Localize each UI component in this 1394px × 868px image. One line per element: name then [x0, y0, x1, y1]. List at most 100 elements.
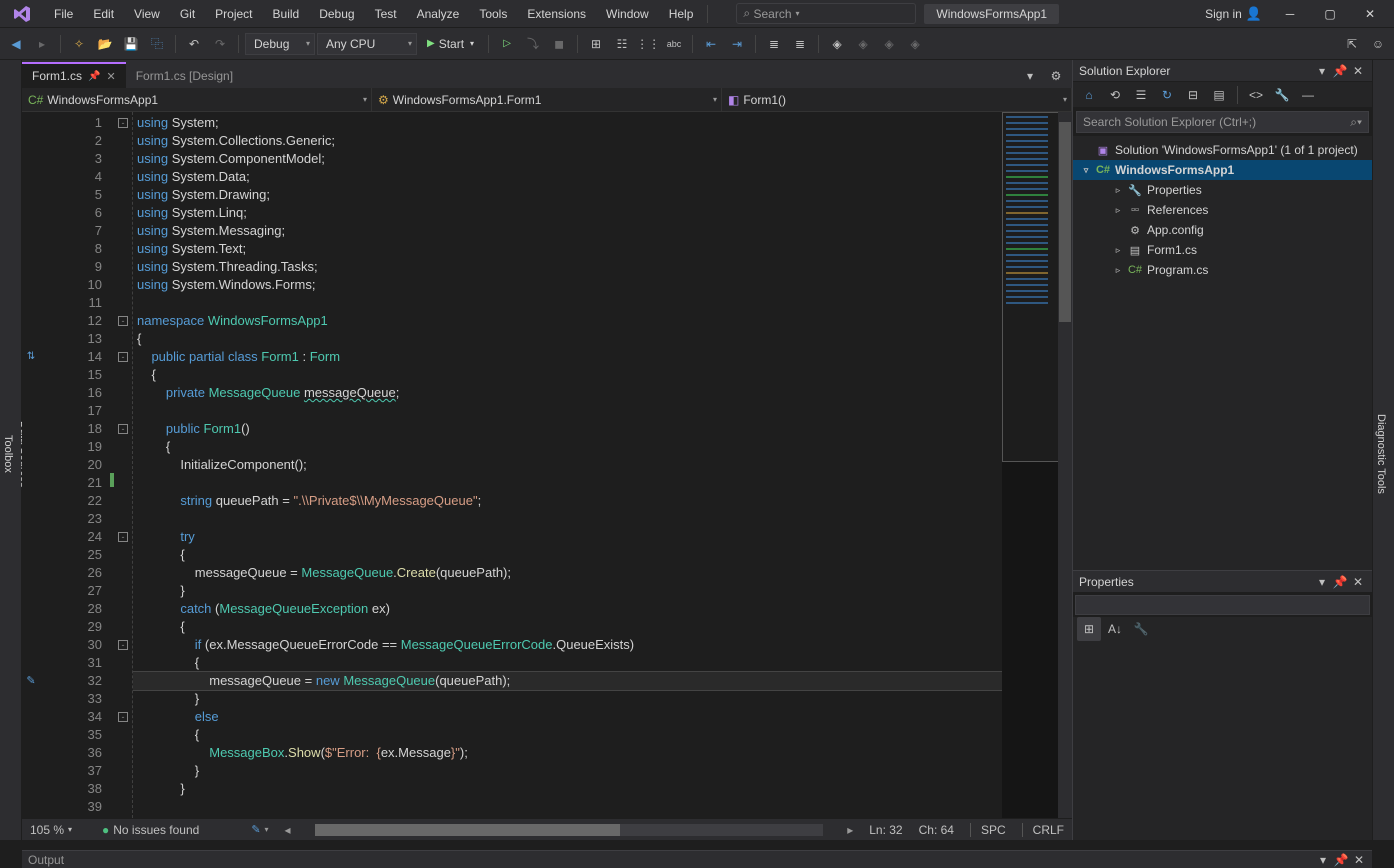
refresh-button[interactable]: ↻: [1155, 83, 1179, 107]
view-code-button[interactable]: <>: [1244, 83, 1268, 107]
save-button[interactable]: 💾: [119, 32, 143, 56]
code-line[interactable]: using System.Data;: [133, 168, 1002, 186]
code-line[interactable]: using System.Windows.Forms;: [133, 276, 1002, 294]
overview-scrollbar[interactable]: ⊟: [1002, 112, 1072, 818]
output-panel-header[interactable]: Output ▾ 📌 ✕: [22, 850, 1372, 868]
redo-button[interactable]: ↷: [208, 32, 232, 56]
expand-icon[interactable]: ▹: [1113, 205, 1123, 216]
step-button[interactable]: ⤵: [521, 32, 545, 56]
code-line[interactable]: string queuePath = ".\\Private$\\MyMessa…: [133, 492, 1002, 510]
eol-indicator[interactable]: CRLF: [1022, 823, 1064, 837]
nav-member-dropdown[interactable]: ◧ Form1(): [722, 88, 1072, 111]
code-line[interactable]: messageQueue = new MessageQueue(queuePat…: [133, 672, 1002, 690]
code-line[interactable]: {: [133, 726, 1002, 744]
properties-object-dropdown[interactable]: [1075, 595, 1370, 615]
solution-explorer-search[interactable]: Search Solution Explorer (Ctrl+;) ⌕▾: [1076, 111, 1369, 133]
code-line[interactable]: if (ex.MessageQueueErrorCode == MessageQ…: [133, 636, 1002, 654]
menu-file[interactable]: File: [44, 3, 83, 25]
bookmark-button[interactable]: ◈: [825, 32, 849, 56]
minimize-button[interactable]: ─: [1270, 1, 1310, 27]
comment-out-button[interactable]: ≣: [762, 32, 786, 56]
nav-class-dropdown[interactable]: ⚙ WindowsFormsApp1.Form1: [372, 88, 722, 111]
scrollbar-thumb[interactable]: [315, 824, 620, 836]
scroll-left-arrow[interactable]: ◂: [281, 823, 295, 837]
properties-grid[interactable]: [1073, 641, 1372, 840]
code-line[interactable]: {: [133, 654, 1002, 672]
code-line[interactable]: using System.Linq;: [133, 204, 1002, 222]
collapse-all-button[interactable]: ⊟: [1181, 83, 1205, 107]
nav-project-dropdown[interactable]: C# WindowsFormsApp1: [22, 88, 372, 111]
code-line[interactable]: try: [133, 528, 1002, 546]
code-line[interactable]: private MessageQueue messageQueue;: [133, 384, 1002, 402]
fold-toggle[interactable]: -: [118, 640, 128, 650]
bookmark-clear-button[interactable]: ◈: [903, 32, 927, 56]
code-line[interactable]: using System.Collections.Generic;: [133, 132, 1002, 150]
code-line[interactable]: MessageBox.Show($"Error: {ex.Message}");: [133, 744, 1002, 762]
code-line[interactable]: using System.Text;: [133, 240, 1002, 258]
pin-button[interactable]: 📌: [1332, 63, 1348, 79]
undo-button[interactable]: ↶: [182, 32, 206, 56]
code-line[interactable]: using System.Messaging;: [133, 222, 1002, 240]
code-line[interactable]: using System.Threading.Tasks;: [133, 258, 1002, 276]
code-line[interactable]: }: [133, 780, 1002, 798]
menu-help[interactable]: Help: [659, 3, 704, 25]
code-line[interactable]: using System;: [133, 114, 1002, 132]
pin-icon[interactable]: 📌: [88, 71, 100, 82]
code-line[interactable]: namespace WindowsFormsApp1: [133, 312, 1002, 330]
side-tab-diagnostic-tools[interactable]: Diagnostic Tools: [1373, 68, 1389, 840]
code-line[interactable]: {: [133, 330, 1002, 348]
close-pane-button[interactable]: ✕: [1352, 853, 1366, 867]
categorized-button[interactable]: ⊞: [1077, 617, 1101, 641]
fold-toggle[interactable]: -: [118, 712, 128, 722]
expand-icon[interactable]: ▿: [1081, 165, 1091, 176]
solution-tree[interactable]: ▣Solution 'WindowsFormsApp1' (1 of 1 pro…: [1073, 136, 1372, 570]
sign-in-button[interactable]: Sign in 👤: [1197, 3, 1270, 25]
new-project-button[interactable]: ✧: [67, 32, 91, 56]
menu-project[interactable]: Project: [205, 3, 262, 25]
code-line[interactable]: }: [133, 762, 1002, 780]
platform-dropdown[interactable]: Any CPU: [317, 33, 417, 55]
code-line[interactable]: [133, 798, 1002, 816]
stop-button[interactable]: ◼: [547, 32, 571, 56]
code-line[interactable]: [133, 510, 1002, 528]
comment-button[interactable]: ⋮⋮: [636, 32, 660, 56]
side-tab-toolbox[interactable]: Toolbox: [0, 68, 16, 840]
brush-dropdown[interactable]: ✎ ▾: [251, 823, 268, 836]
tree-item[interactable]: ▹C#Program.cs: [1073, 260, 1372, 280]
code-line[interactable]: {: [133, 618, 1002, 636]
preview-button[interactable]: —: [1296, 83, 1320, 107]
horizontal-scrollbar[interactable]: [315, 824, 824, 836]
fold-toggle[interactable]: -: [118, 532, 128, 542]
code-line[interactable]: [133, 474, 1002, 492]
window-position-button[interactable]: ▾: [1314, 574, 1330, 590]
document-tab[interactable]: Form1.cs📌✕: [22, 62, 126, 88]
solution-name-display[interactable]: WindowsFormsApp1: [924, 4, 1059, 24]
config-dropdown[interactable]: Debug: [245, 33, 315, 55]
code-line[interactable]: public Form1(): [133, 420, 1002, 438]
expand-icon[interactable]: ▹: [1113, 185, 1123, 196]
code-line[interactable]: [133, 294, 1002, 312]
close-pane-button[interactable]: ✕: [1350, 574, 1366, 590]
code-line[interactable]: {: [133, 366, 1002, 384]
tree-item[interactable]: ▿C#WindowsFormsApp1: [1073, 160, 1372, 180]
code-line[interactable]: }: [133, 690, 1002, 708]
code-line[interactable]: {: [133, 438, 1002, 456]
tree-item[interactable]: ▹▫▫References: [1073, 200, 1372, 220]
code-editor[interactable]: ⇅ ✎ 123456789101112131415161718192021222…: [22, 112, 1072, 818]
tab-menu-button[interactable]: ▾: [1018, 64, 1042, 88]
menu-git[interactable]: Git: [170, 3, 205, 25]
code-line[interactable]: [133, 816, 1002, 818]
menu-test[interactable]: Test: [365, 3, 407, 25]
pin-button[interactable]: 📌: [1332, 574, 1348, 590]
properties-button[interactable]: 🔧: [1270, 83, 1294, 107]
code-line[interactable]: }: [133, 582, 1002, 600]
zoom-dropdown[interactable]: 105 % ▾: [30, 823, 90, 837]
tree-item[interactable]: ⚙App.config: [1073, 220, 1372, 240]
indent-left-button[interactable]: ⇤: [699, 32, 723, 56]
switch-views-button[interactable]: ⟲: [1103, 83, 1127, 107]
bookmark-next-button[interactable]: ◈: [877, 32, 901, 56]
close-button[interactable]: ✕: [1350, 1, 1390, 27]
code-line[interactable]: public partial class Form1 : Form: [133, 348, 1002, 366]
window-position-button[interactable]: ▾: [1316, 853, 1330, 867]
code-line[interactable]: catch (MessageQueueException ex): [133, 600, 1002, 618]
